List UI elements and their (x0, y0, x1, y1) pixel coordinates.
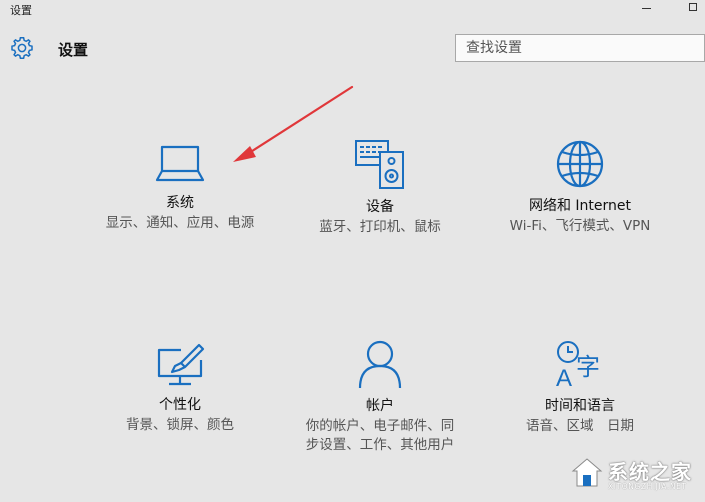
watermark-text: 系统之家 (608, 460, 692, 484)
watermark-url: XITONGZHIJIA.NET (608, 482, 687, 491)
watermark: 系统之家 XITONGZHIJIA.NET (566, 448, 705, 502)
annotation-arrow (233, 85, 354, 162)
house-logo-icon (571, 458, 603, 487)
